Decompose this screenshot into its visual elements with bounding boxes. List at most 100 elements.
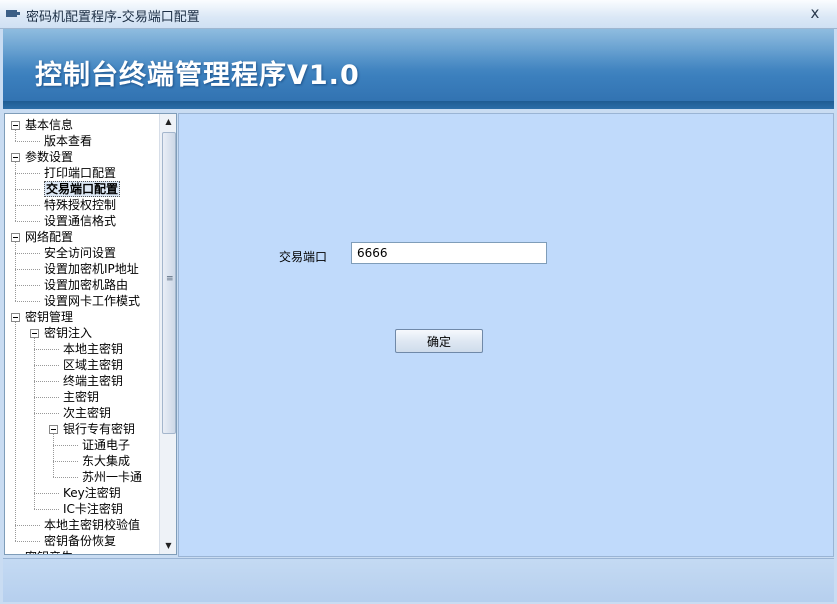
tree-item[interactable]: 网络配置 bbox=[25, 229, 73, 245]
tree-item[interactable]: 密钥产生 bbox=[25, 549, 73, 554]
tree-connector bbox=[34, 338, 35, 509]
trade-port-input[interactable] bbox=[351, 242, 547, 264]
tree-connector bbox=[15, 205, 40, 206]
tree-item-label: IC卡注密钥 bbox=[63, 502, 123, 516]
title-bar: 密码机配置程序-交易端口配置 x bbox=[0, 0, 837, 29]
tree-item[interactable]: 版本查看 bbox=[44, 133, 92, 149]
tree-connector bbox=[34, 413, 59, 414]
tree-item-label: 东大集成 bbox=[82, 454, 131, 468]
tree-item[interactable]: 基本信息 bbox=[25, 117, 73, 133]
tree-item[interactable]: 参数设置 bbox=[25, 149, 73, 165]
tree-item[interactable]: 设置通信格式 bbox=[44, 213, 116, 229]
tree-item[interactable]: 设置加密机IP地址 bbox=[44, 261, 139, 277]
tree-connector bbox=[53, 445, 78, 446]
grip-icon: ≡ bbox=[166, 274, 174, 284]
tree-connector bbox=[53, 477, 78, 478]
collapse-icon[interactable] bbox=[11, 153, 20, 162]
tree-connector bbox=[34, 509, 59, 510]
tree-item[interactable]: 区域主密钥 bbox=[63, 357, 123, 373]
tree-connector bbox=[15, 285, 40, 286]
tree-item-label: 基本信息 bbox=[25, 118, 74, 132]
tree-item-label: 网络配置 bbox=[25, 230, 74, 244]
tree-item[interactable]: 证通电子 bbox=[82, 437, 130, 453]
tree-item[interactable]: 特殊授权控制 bbox=[44, 197, 116, 213]
tree-connector bbox=[15, 130, 16, 141]
tree-item-label: 打印端口配置 bbox=[44, 166, 117, 180]
tree-item-label: 终端主密钥 bbox=[63, 374, 124, 388]
tree-item[interactable]: 本地主密钥 bbox=[63, 341, 123, 357]
tree-connector bbox=[15, 173, 40, 174]
tree-connector bbox=[15, 525, 40, 526]
tree-connector bbox=[15, 221, 40, 222]
tree-item[interactable]: 打印端口配置 bbox=[44, 165, 116, 181]
tree-connector bbox=[53, 461, 78, 462]
collapse-icon[interactable] bbox=[30, 329, 39, 338]
tree-item-label: Key注密钥 bbox=[63, 486, 121, 500]
collapse-icon[interactable] bbox=[11, 313, 20, 322]
banner-strip bbox=[3, 101, 834, 109]
tree-item[interactable]: 苏州一卡通 bbox=[82, 469, 142, 485]
tree-item-label: 设置通信格式 bbox=[44, 214, 117, 228]
trade-port-label: 交易端口 bbox=[279, 250, 328, 264]
status-bar bbox=[3, 558, 834, 602]
tree-scrollbar[interactable]: ▲ ≡ ▼ bbox=[159, 114, 176, 554]
navigation-tree-panel: 基本信息版本查看参数设置打印端口配置 交易端口配置 特殊授权控制 设置通信格式网络配置… bbox=[4, 113, 177, 555]
collapse-icon[interactable] bbox=[49, 425, 58, 434]
tree-item[interactable]: 终端主密钥 bbox=[63, 373, 123, 389]
tree-item[interactable]: 密钥备份恢复 bbox=[44, 533, 116, 549]
tree-item-label: 设置加密机路由 bbox=[44, 278, 129, 292]
tree-connector bbox=[15, 189, 40, 190]
tree-item-label: 密钥注入 bbox=[44, 326, 93, 340]
tree-item-label: 交易端口配置 bbox=[44, 181, 121, 197]
tree-item[interactable]: 主密钥 bbox=[63, 389, 99, 405]
collapse-icon[interactable] bbox=[11, 121, 20, 130]
tree-item[interactable]: 交易端口配置 bbox=[44, 181, 121, 197]
tree-item-label: 密钥管理 bbox=[25, 310, 74, 324]
tree-item-label: 次主密钥 bbox=[63, 406, 112, 420]
tree-connector bbox=[15, 541, 40, 542]
navigation-tree: 基本信息版本查看参数设置打印端口配置 交易端口配置 特殊授权控制 设置通信格式网络配置… bbox=[5, 114, 159, 554]
banner-title: 控制台终端管理程序V1.0 bbox=[35, 60, 360, 91]
scroll-down-arrow-icon[interactable]: ▼ bbox=[160, 538, 176, 553]
collapse-icon[interactable] bbox=[11, 233, 20, 242]
tree-item[interactable]: Key注密钥 bbox=[63, 485, 121, 501]
tree-item[interactable]: 密钥注入 bbox=[44, 325, 92, 341]
tree-connector bbox=[15, 322, 16, 541]
tree-connector bbox=[15, 301, 40, 302]
tree-item-label: 设置网卡工作模式 bbox=[44, 294, 141, 308]
tree-item-label: 参数设置 bbox=[25, 150, 74, 164]
tree-item-label: 版本查看 bbox=[44, 134, 93, 148]
tree-item-label: 密钥备份恢复 bbox=[44, 534, 117, 548]
tree-item[interactable]: 本地主密钥校验值 bbox=[44, 517, 140, 533]
tree-item[interactable]: 设置网卡工作模式 bbox=[44, 293, 140, 309]
tree-connector bbox=[15, 269, 40, 270]
tree-item-label: 设置加密机IP地址 bbox=[44, 262, 139, 276]
tree-connector bbox=[15, 253, 40, 254]
tree-item[interactable]: 次主密钥 bbox=[63, 405, 111, 421]
confirm-button[interactable]: 确定 bbox=[395, 329, 483, 353]
tree-item-label: 安全访问设置 bbox=[44, 246, 117, 260]
tree-item-label: 本地主密钥校验值 bbox=[44, 518, 141, 532]
tree-item[interactable]: 设置加密机路由 bbox=[44, 277, 128, 293]
scroll-thumb[interactable]: ≡ bbox=[162, 132, 176, 434]
config-content-panel: 交易端口 确定 bbox=[178, 113, 834, 557]
close-button[interactable]: x bbox=[807, 4, 823, 22]
tree-connector bbox=[15, 141, 40, 142]
tree-connector bbox=[34, 365, 59, 366]
tree-item[interactable]: 银行专有密钥 bbox=[63, 421, 135, 437]
tree-item-label: 特殊授权控制 bbox=[44, 198, 117, 212]
window-title: 密码机配置程序-交易端口配置 bbox=[26, 10, 200, 25]
tree-connector bbox=[15, 242, 16, 301]
tree-item[interactable]: 安全访问设置 bbox=[44, 245, 116, 261]
tree-connector bbox=[34, 381, 59, 382]
tree-item[interactable]: 东大集成 bbox=[82, 453, 130, 469]
app-icon bbox=[6, 10, 20, 17]
tree-connector bbox=[15, 162, 16, 221]
tree-item[interactable]: 密钥管理 bbox=[25, 309, 73, 325]
tree-item[interactable]: IC卡注密钥 bbox=[63, 501, 123, 517]
tree-item-label: 区域主密钥 bbox=[63, 358, 124, 372]
tree-item-label: 本地主密钥 bbox=[63, 342, 124, 356]
scroll-up-arrow-icon[interactable]: ▲ bbox=[160, 114, 176, 129]
tree-connector bbox=[53, 434, 54, 477]
tree-item-label: 银行专有密钥 bbox=[63, 422, 136, 436]
